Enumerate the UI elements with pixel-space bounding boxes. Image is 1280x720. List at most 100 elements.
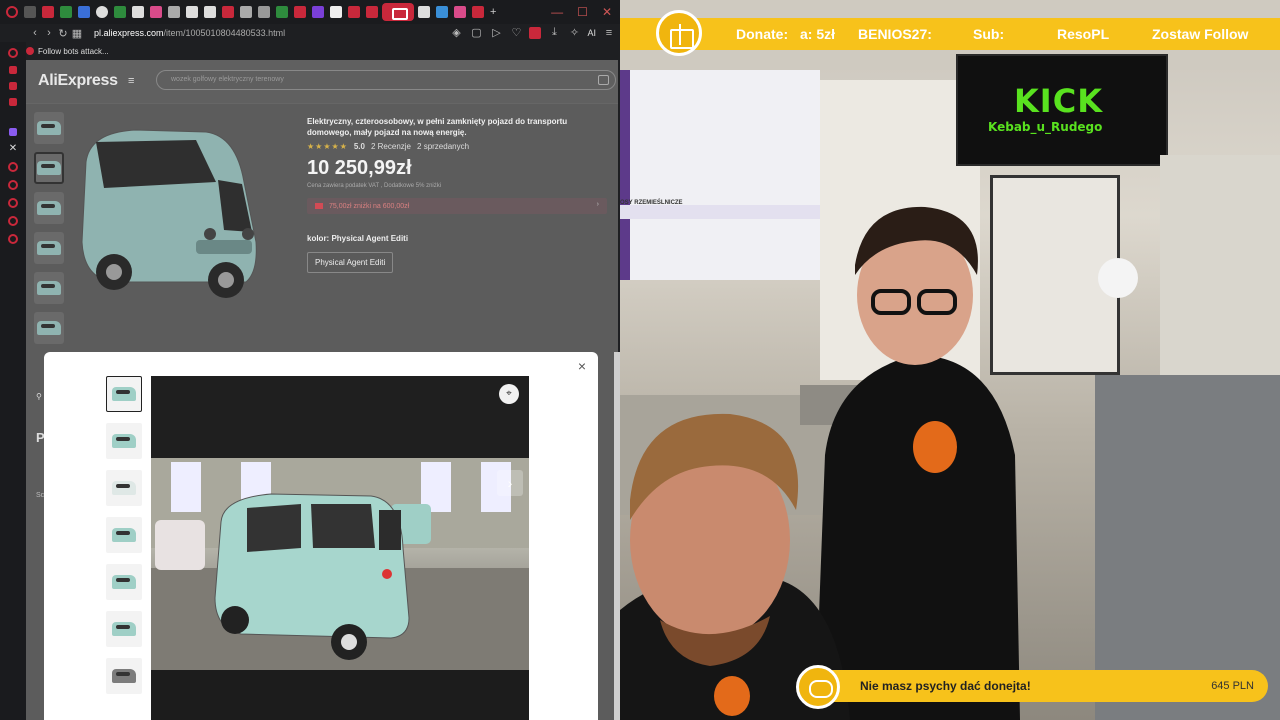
modal-thumbnail[interactable] <box>106 658 142 694</box>
back-icon[interactable]: ‹ <box>28 27 42 39</box>
product-thumbnail[interactable] <box>34 232 64 264</box>
tab-icon[interactable] <box>96 6 108 18</box>
tab-icon[interactable] <box>348 6 360 18</box>
active-tab[interactable] <box>382 3 414 21</box>
modal-thumbnail[interactable] <box>106 517 142 553</box>
ai-button[interactable]: AI <box>587 28 596 38</box>
variant-option-button[interactable]: Physical Agent Editi <box>307 252 394 273</box>
donate-alert-bar: Donate: a: 5zł BENIOS27: Sub: ResoPL Zos… <box>620 18 1280 50</box>
modal-thumbnails <box>106 376 142 694</box>
menu-board: OSY RZEMIEŚLNICZE <box>620 70 820 280</box>
speed-dial-icon[interactable]: ▦ <box>70 27 84 40</box>
tab-icon[interactable] <box>294 6 306 18</box>
sidebar-icon[interactable] <box>9 98 17 106</box>
opera-icon[interactable] <box>6 6 18 18</box>
url-host: pl.aliexpress.com <box>94 28 164 38</box>
tab-icon[interactable] <box>186 6 198 18</box>
hamburger-icon[interactable]: ≡ <box>128 75 134 87</box>
product-thumbnail[interactable] <box>34 112 64 144</box>
tab-icon[interactable] <box>366 6 378 18</box>
car-thumb-image <box>112 528 136 542</box>
tab-icon[interactable] <box>222 6 234 18</box>
tab-icon[interactable] <box>24 6 36 18</box>
sold-count: 2 sprzedanych <box>417 142 470 151</box>
forward-icon[interactable]: › <box>42 27 56 39</box>
menu-icon[interactable]: ≡ <box>602 27 616 39</box>
maximize-button[interactable]: ☐ <box>577 5 588 19</box>
extension-icon[interactable] <box>529 26 542 39</box>
sidebar-icon[interactable] <box>8 198 18 208</box>
sidebar-icon[interactable] <box>8 216 18 226</box>
play-icon[interactable]: ▷ <box>489 26 503 39</box>
product-main-image[interactable] <box>76 122 266 322</box>
tab-strip: + — ☐ ✕ <box>0 0 620 24</box>
product-thumbnail[interactable] <box>34 272 64 304</box>
x-icon[interactable]: ✕ <box>8 144 18 154</box>
tab-icon[interactable] <box>78 6 90 18</box>
aria-icon[interactable]: ✧ <box>567 26 581 39</box>
reviews-link[interactable]: 2 Recenzje <box>371 142 411 151</box>
search-input[interactable]: wozek golfowy elektryczny terenowy <box>156 70 616 90</box>
follow-prompt: Zostaw Follow <box>1152 26 1249 42</box>
menu-board-stripe <box>620 205 820 219</box>
car-thumb-image <box>37 241 61 255</box>
tab-icon[interactable] <box>240 6 252 18</box>
tab-icon[interactable] <box>472 6 484 18</box>
close-window-button[interactable]: ✕ <box>602 5 612 19</box>
minimize-button[interactable]: — <box>551 5 563 19</box>
close-icon[interactable]: × <box>574 358 590 374</box>
tab-icon[interactable] <box>312 6 324 18</box>
donate-label: Donate: <box>736 26 789 42</box>
sidebar-icon[interactable] <box>8 180 18 190</box>
rating-value: 5.0 <box>353 142 365 151</box>
modal-thumbnail[interactable] <box>106 611 142 647</box>
product-thumbnail[interactable] <box>34 312 64 344</box>
camera-icon[interactable] <box>598 75 609 85</box>
tab-icon[interactable] <box>60 6 72 18</box>
tab-icon[interactable] <box>168 6 180 18</box>
modal-thumbnail[interactable] <box>106 423 142 459</box>
next-image-button[interactable]: › <box>497 470 523 496</box>
reload-icon[interactable]: ↻ <box>56 27 70 40</box>
modal-thumbnail[interactable] <box>106 564 142 600</box>
tab-icon[interactable] <box>150 6 162 18</box>
modal-thumbnail[interactable] <box>106 470 142 506</box>
product-thumbnail[interactable] <box>34 192 64 224</box>
tab-icon[interactable] <box>454 6 466 18</box>
site-header: AliExpress ≡ wozek golfowy elektryczny t… <box>26 60 618 104</box>
snapshot-icon[interactable]: ▢ <box>469 26 483 39</box>
sidebar-icon[interactable] <box>9 66 17 74</box>
tab-icon[interactable] <box>418 6 430 18</box>
sidebar-icon[interactable] <box>9 82 17 90</box>
tv-kick-logo: KICK <box>1014 82 1103 120</box>
tab-icon[interactable] <box>436 6 448 18</box>
heart-icon[interactable]: ♡ <box>509 26 523 39</box>
aliexpress-logo[interactable]: AliExpress <box>38 72 118 90</box>
browser-window: + — ☐ ✕ ‹ › ↻ ▦ pl.aliexpress.com/item/1… <box>0 0 620 720</box>
download-icon[interactable]: ⤓ <box>547 26 561 39</box>
messenger-icon[interactable] <box>9 128 17 136</box>
shield-icon[interactable]: ◈ <box>449 26 463 39</box>
tab-icon[interactable] <box>276 6 288 18</box>
tab-icon[interactable] <box>258 6 270 18</box>
car-photo[interactable] <box>151 458 529 670</box>
url-field[interactable]: pl.aliexpress.com/item/1005010804480533.… <box>94 28 285 38</box>
menu-board-accent <box>620 70 630 280</box>
tab-icon[interactable] <box>204 6 216 18</box>
sidebar-icon[interactable] <box>8 162 18 172</box>
tab-icon[interactable] <box>132 6 144 18</box>
coupon-banner[interactable]: 75,00zł zniżki na 600,00zł › <box>307 198 607 214</box>
settings-icon[interactable] <box>8 234 18 244</box>
url-path: /item/1005010804480533.html <box>163 28 286 38</box>
tab-icon[interactable] <box>42 6 54 18</box>
scan-icon[interactable]: ⌖ <box>499 384 519 404</box>
car-thumb-image <box>37 201 61 215</box>
sidebar-icon[interactable] <box>8 48 18 58</box>
modal-thumbnail[interactable] <box>106 376 142 412</box>
tab-icon[interactable] <box>114 6 126 18</box>
new-tab-icon[interactable]: + <box>490 6 502 18</box>
goal-amount: 645 PLN <box>1211 680 1254 692</box>
product-thumbnail[interactable] <box>34 152 64 184</box>
tab-icon[interactable] <box>330 6 342 18</box>
bookmark-item[interactable]: Follow bots attack... <box>38 47 109 56</box>
